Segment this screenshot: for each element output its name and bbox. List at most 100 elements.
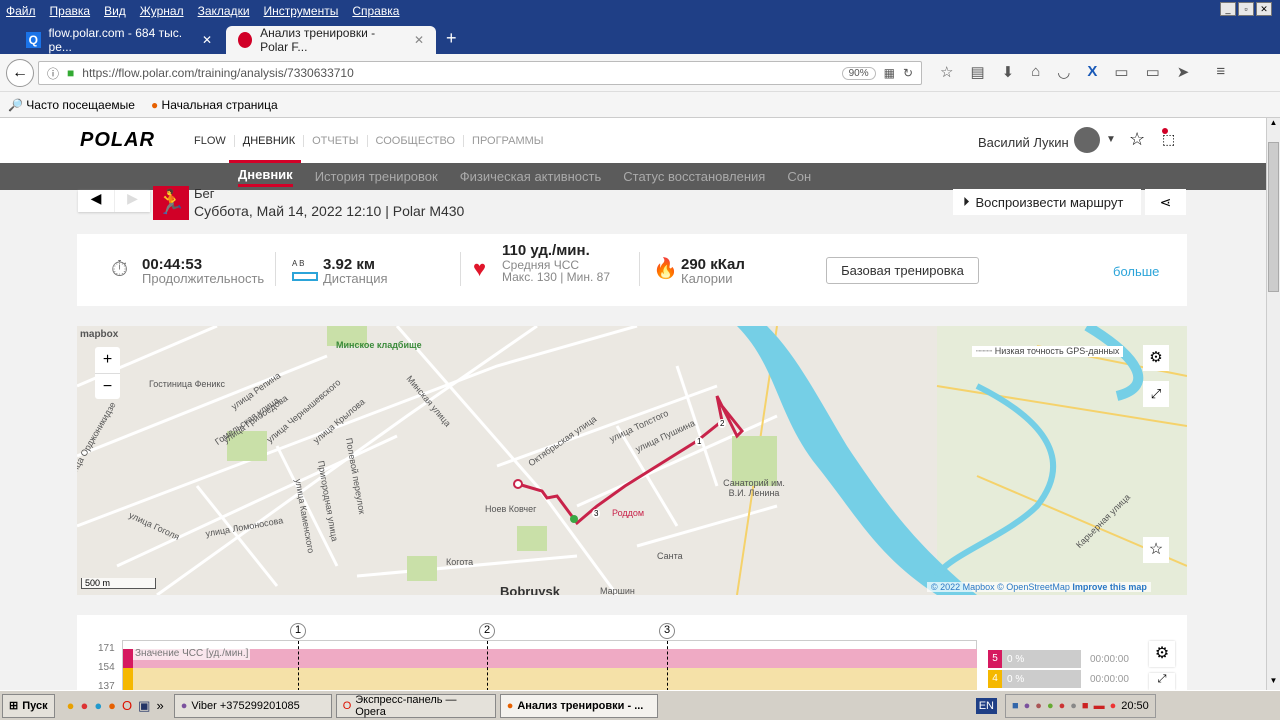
share-button[interactable]: ⋖ [1145,189,1186,215]
menu-history[interactable]: Журнал [140,4,184,18]
chevron-down-icon[interactable]: ▼ [1106,134,1116,145]
home-icon[interactable]: ⌂ [1031,63,1040,81]
overflow-icon[interactable]: » [156,698,163,714]
tray-icon[interactable]: ■ [1012,700,1019,712]
bookmark-most-visited[interactable]: 🔎 Часто посещаемые [8,98,135,112]
menu-view[interactable]: Вид [104,4,126,18]
scroll-thumb[interactable] [1268,142,1279,292]
nav-diary[interactable]: ДНЕВНИК [233,135,303,147]
taskbar-viber[interactable]: ● Viber +375299201085 [173,693,332,718]
zoom-out-button[interactable]: − [95,373,120,400]
back-button[interactable]: ← [6,59,34,87]
extension-x-icon[interactable]: X [1087,63,1097,81]
menu-bookmarks[interactable]: Закладки [198,4,250,18]
tray-icon[interactable]: ■ [1082,700,1089,712]
avast-icon[interactable]: ● [67,698,75,714]
taskbar-firefox[interactable]: ● Анализ тренировки - ... [499,693,658,718]
tray-icon[interactable]: ● [1047,700,1054,712]
restore-button[interactable]: ▫ [1238,2,1254,16]
new-tab-button[interactable]: + [446,28,457,49]
menu-edit[interactable]: Правка [50,4,91,18]
subnav-activity[interactable]: Физическая активность [460,169,602,184]
reader-icon[interactable]: ▦ [884,66,895,80]
subnav-sleep[interactable]: Сон [787,169,811,184]
replay-route-button[interactable]: ⏵ Воспроизвести маршрут [953,189,1141,215]
more-link[interactable]: больше [1113,264,1159,279]
scroll-up-button[interactable]: ▲ [1267,118,1280,132]
opera-icon: O [342,699,352,712]
home-app-icon[interactable]: ● [94,698,102,714]
start-button[interactable]: ⊞ Пуск [2,693,55,718]
attribution-text[interactable]: © 2022 Mapbox © OpenStreetMap [931,582,1070,592]
firefox-icon[interactable]: ● [108,698,116,714]
subnav-history[interactable]: История тренировок [315,169,438,184]
map-settings-button[interactable]: ⚙ [1143,345,1169,371]
shield-icon[interactable]: ● [1059,700,1066,712]
zoom-level[interactable]: 90% [841,66,876,80]
save-icon[interactable]: ▣ [138,698,150,714]
send-icon[interactable]: ➤ [1177,63,1190,81]
menu-tools[interactable]: Инструменты [264,4,339,18]
page-scrollbar[interactable]: ▲ ▼ [1266,118,1280,690]
nav-programs[interactable]: ПРОГРАММЫ [463,135,552,147]
monitor-icon[interactable]: ▭ [1146,63,1160,81]
nav-community[interactable]: СООБЩЕСТВО [366,135,464,147]
info-icon[interactable]: ⓘ [47,65,59,82]
opera-icon[interactable]: O [122,698,132,714]
viber-tray-icon[interactable]: ● [1024,700,1031,712]
taskbar-opera[interactable]: O Экспресс-панель — Opera [335,693,496,718]
route-map[interactable]: mapbox + − ┈┈┈ Низкая точность GPS-данных… [77,326,1187,595]
user-name[interactable]: Василий Лукин [978,135,1069,150]
avatar[interactable] [1074,127,1100,153]
subnav-recovery[interactable]: Статус восстановления [623,169,765,184]
tray-icon[interactable]: ● [1110,700,1117,712]
favorites-star-icon[interactable]: ☆ [1129,129,1145,150]
clock[interactable]: 20:50 [1121,700,1149,712]
nav-flow[interactable]: FLOW [194,135,234,147]
chrome-icon[interactable]: ● [80,698,88,714]
zoom-in-button[interactable]: + [95,347,120,373]
lap-marker[interactable]: 1 [290,623,306,639]
hamburger-menu-icon[interactable]: ≡ [1216,63,1225,81]
close-window-button[interactable]: ✕ [1256,2,1272,16]
language-indicator[interactable]: EN [975,697,997,714]
lap-marker[interactable]: 3 [659,623,675,639]
close-tab-icon[interactable]: ✕ [202,33,212,47]
tray-icon[interactable]: ▬ [1094,700,1105,712]
subnav-diary[interactable]: Дневник [238,167,293,187]
menu-help[interactable]: Справка [352,4,399,18]
scroll-down-button[interactable]: ▼ [1267,676,1280,690]
download-icon[interactable]: ⬇ [1002,63,1015,81]
menu-file[interactable]: Файл [6,4,36,18]
base-training-button[interactable]: Базовая тренировка [826,257,979,284]
scale-bar: 500 m [81,578,156,589]
flag-icon[interactable]: ▭ [1114,63,1128,81]
lap-marker[interactable]: 2 [479,623,495,639]
hr-chart[interactable]: Значение ЧСС [уд./мин.] [122,640,977,691]
prev-session-button[interactable]: ◀ [78,190,114,212]
improve-map-link[interactable]: Improve this map [1072,582,1147,592]
chart-settings-button[interactable]: ⚙ [1149,641,1175,667]
chart-expand-button[interactable]: ⤢ [1149,673,1175,690]
tray-icon[interactable]: ● [1035,700,1042,712]
polar-logo[interactable]: POLAR [80,129,155,152]
minimize-button[interactable]: _ [1220,2,1236,16]
tab-search[interactable]: Q flow.polar.com - 684 тыс. ре... ✕ [14,26,224,54]
mapbox-logo[interactable]: mapbox [80,329,118,340]
close-tab-icon[interactable]: ✕ [414,33,424,47]
fullscreen-button[interactable]: ⤢ [1143,381,1169,407]
library-icon[interactable]: ▤ [970,63,984,81]
bookmark-star-icon[interactable]: ☆ [940,63,953,81]
start-label: Пуск [22,699,48,712]
map-favorite-button[interactable]: ☆ [1143,537,1169,563]
next-session-button[interactable]: ▶ [114,190,150,212]
firefox-icon: ● [506,699,514,712]
notifications-icon[interactable]: ⬚ [1162,128,1175,148]
url-bar[interactable]: ⓘ ■ https://flow.polar.com/training/anal… [38,61,922,85]
reload-icon[interactable]: ↻ [903,66,913,80]
tray-icon[interactable]: ● [1070,700,1077,712]
nav-reports[interactable]: ОТЧЕТЫ [303,135,366,147]
pocket-icon[interactable]: ◡ [1057,63,1070,81]
bookmark-start-page[interactable]: ● Начальная страница [151,98,278,112]
tab-analysis[interactable]: Анализ тренировки - Polar F... ✕ [226,26,436,54]
